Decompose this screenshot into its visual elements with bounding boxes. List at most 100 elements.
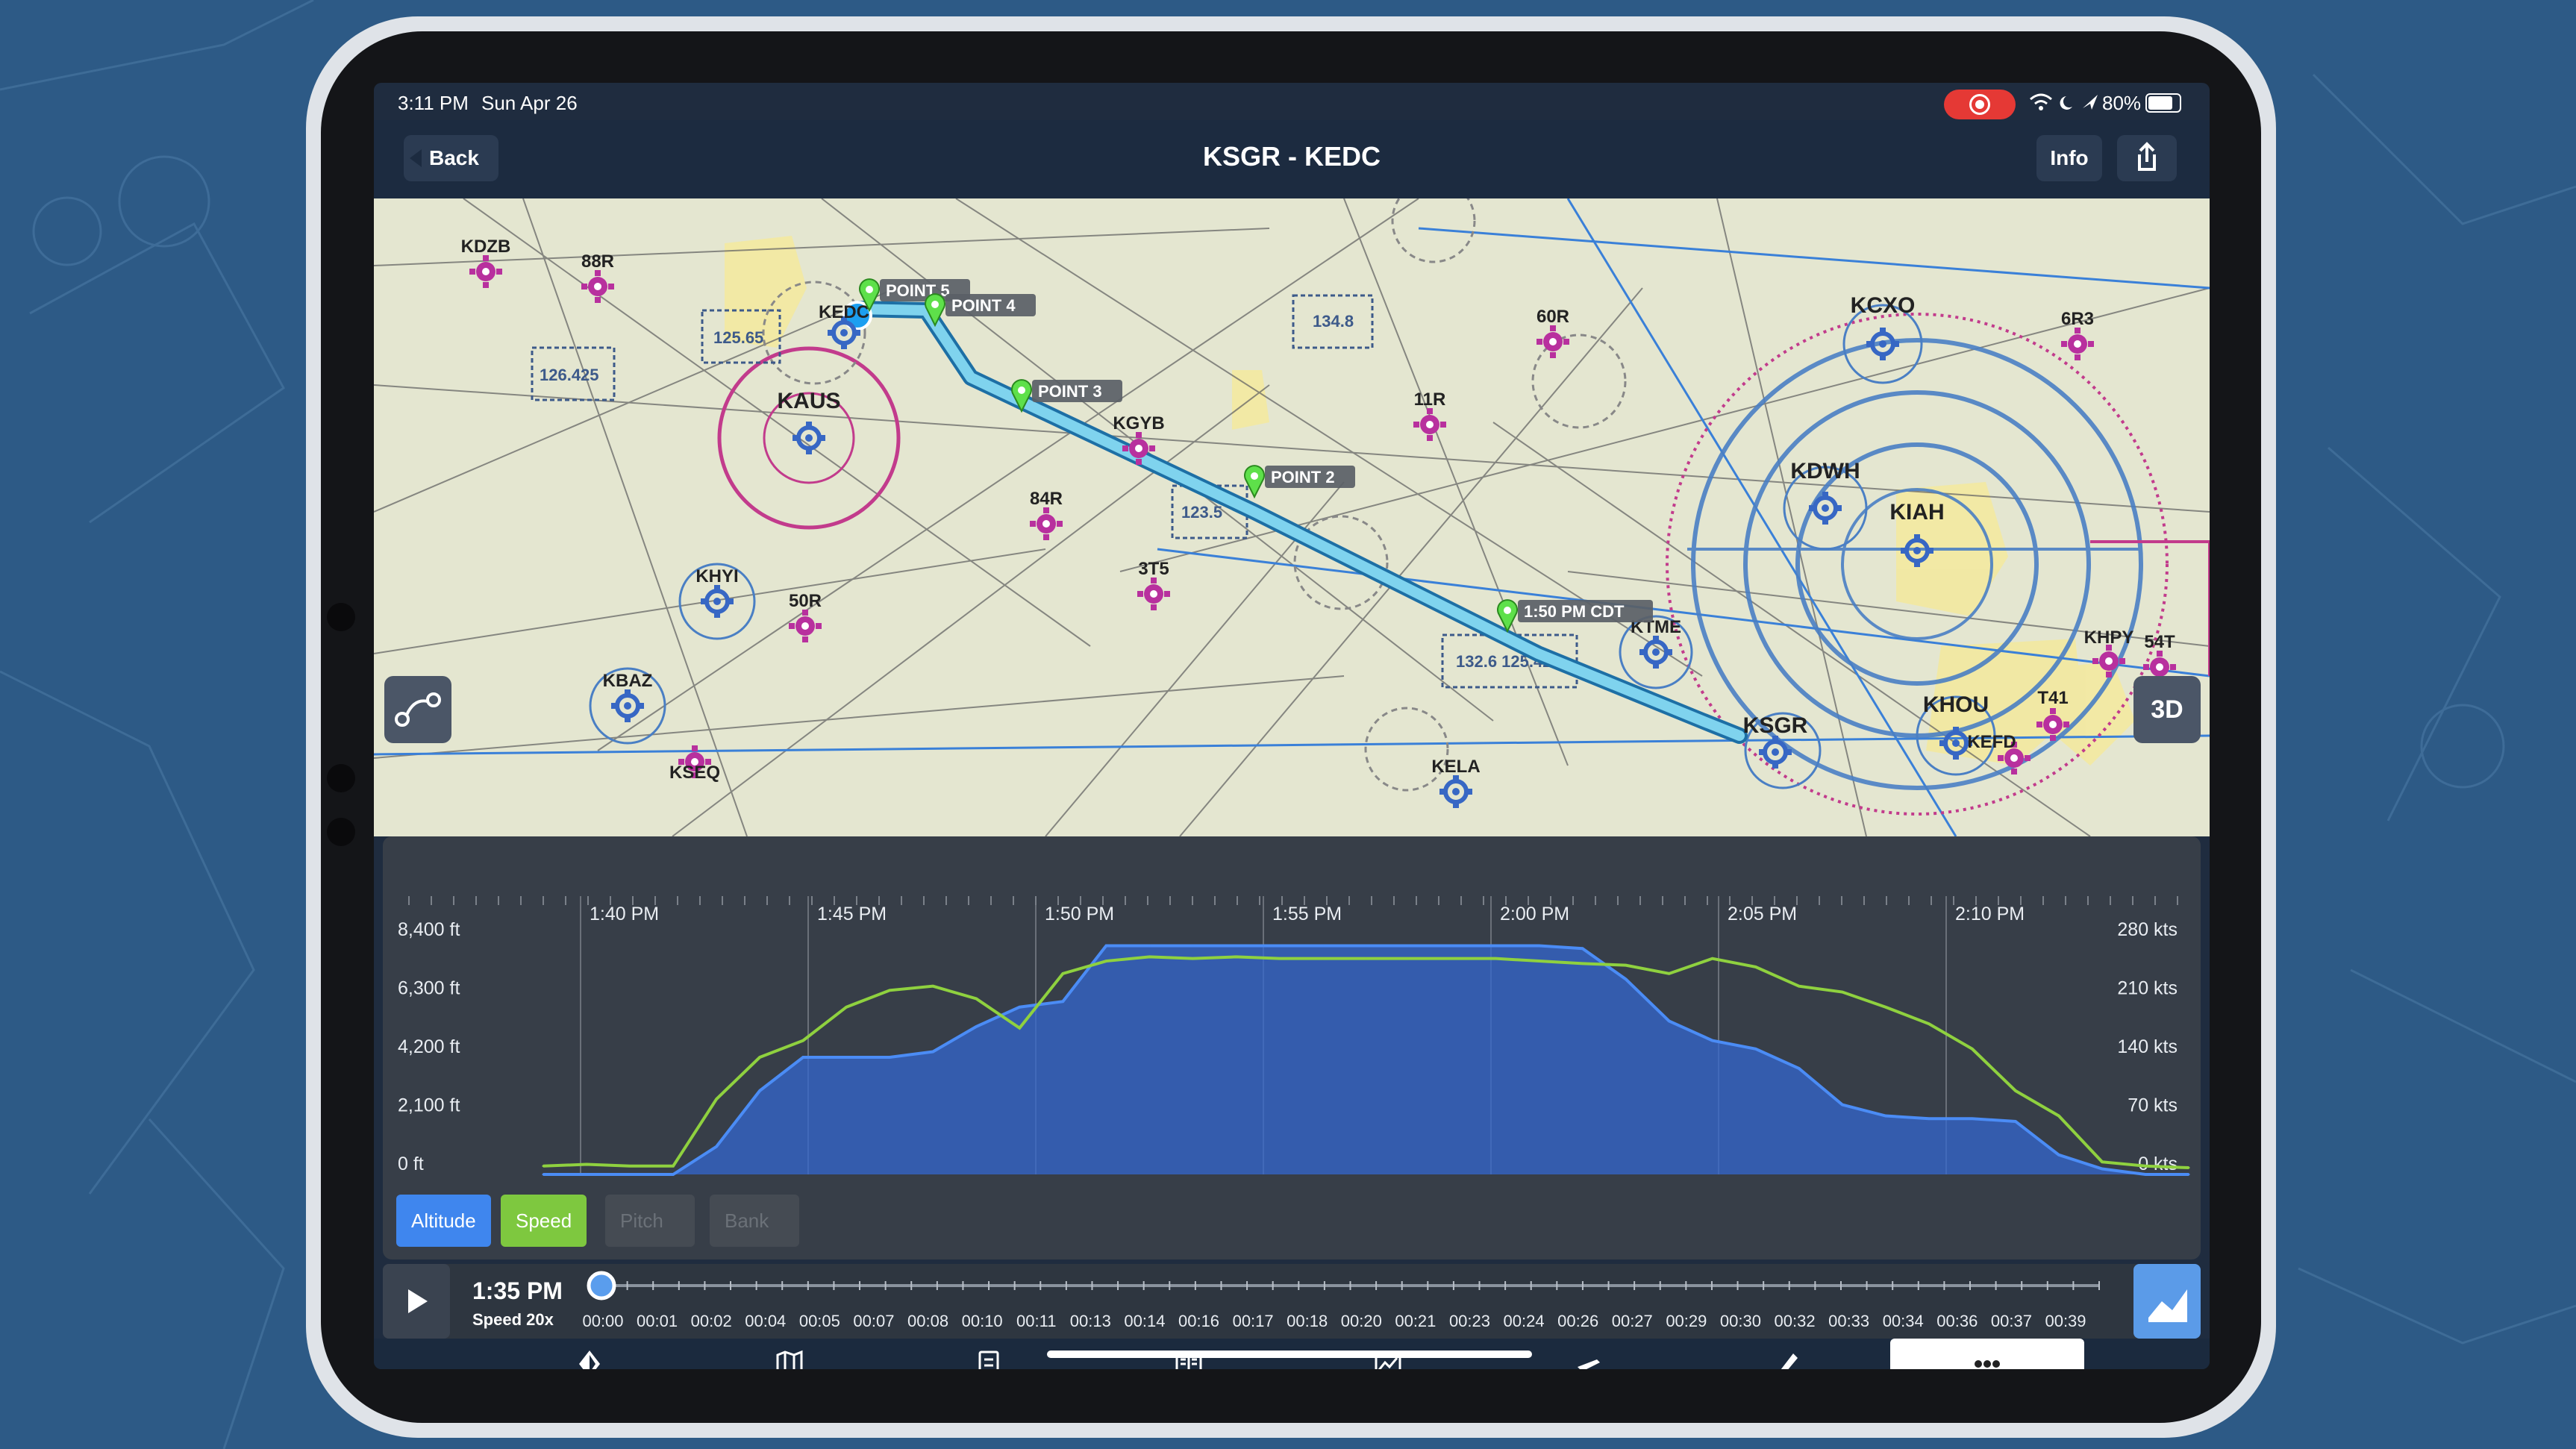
time-axis-label: 2:05 PM bbox=[1728, 904, 1797, 924]
playback-bar: 1:35 PM Speed 20x 00:00 00:01 00:02 00:04 00… bbox=[383, 1264, 2201, 1339]
pitch-toggle[interactable]: Pitch bbox=[605, 1195, 695, 1247]
screen-recording-icon bbox=[1944, 90, 2016, 119]
airport-label: KELA bbox=[1431, 757, 1480, 777]
3d-view-button[interactable]: 3D bbox=[2133, 676, 2201, 743]
map-canvas[interactable]: 125.65 126.425 134.8 123.5 132.6 125.425… bbox=[374, 178, 2210, 837]
airport-label: KHOU bbox=[1923, 692, 1989, 717]
airport-label: T41 bbox=[2037, 688, 2068, 708]
playback-tick-label: 00:26 bbox=[1557, 1312, 1599, 1330]
playback-tick-label: 00:00 bbox=[582, 1312, 624, 1330]
waypoint-label: 1:50 PM CDT bbox=[1524, 602, 1625, 621]
altitude-point bbox=[1451, 944, 1454, 947]
playback-speed[interactable]: Speed 20x bbox=[472, 1310, 554, 1330]
playback-tick-label: 00:21 bbox=[1395, 1312, 1437, 1330]
chart-icon bbox=[2148, 1289, 2187, 1322]
airport-label: 84R bbox=[1030, 489, 1063, 509]
app-screen: 3:11 PM Sun Apr 26 80% Back KSGR - KEDC … bbox=[374, 83, 2210, 1369]
playback-slider[interactable] bbox=[383, 1264, 2201, 1309]
altitude-point bbox=[1711, 1039, 1714, 1042]
altitude-point bbox=[1841, 1104, 1844, 1107]
airports-icon bbox=[579, 1351, 600, 1369]
tab-maps[interactable]: Maps bbox=[693, 1339, 887, 1369]
altitude-point bbox=[1234, 944, 1237, 947]
speed-point bbox=[1581, 962, 1584, 965]
playback-tick-label: 00:13 bbox=[1069, 1312, 1111, 1330]
tab-scratchpads[interactable]: ScratchPads bbox=[1690, 1339, 1884, 1369]
altitude-axis-label: 4,200 ft bbox=[398, 1036, 460, 1057]
speed-point bbox=[715, 1098, 718, 1101]
altitude-axis-label: 2,100 ft bbox=[398, 1095, 460, 1116]
altitude-point bbox=[715, 1145, 718, 1148]
speed-point bbox=[1754, 966, 1757, 968]
playback-tick-label: 00:16 bbox=[1178, 1312, 1220, 1330]
more-icon bbox=[1974, 1360, 2000, 1368]
speed-point bbox=[672, 1165, 675, 1168]
altitude-axis-label: 0 ft bbox=[398, 1154, 424, 1174]
camera-dot bbox=[327, 603, 355, 631]
speed-point bbox=[1538, 960, 1541, 963]
altitude-point bbox=[672, 1173, 675, 1176]
speed-point bbox=[1668, 972, 1671, 975]
speed-point bbox=[2101, 1160, 2104, 1163]
tab-more[interactable]: More bbox=[1889, 1339, 2084, 1369]
speed-point bbox=[2014, 1089, 2017, 1092]
altitude-point bbox=[1148, 944, 1151, 947]
altitude-point bbox=[1538, 944, 1541, 947]
share-button[interactable] bbox=[2117, 135, 2177, 181]
svg-text:134.8: 134.8 bbox=[1313, 312, 1354, 331]
airport-label: KEFD bbox=[1967, 732, 2016, 752]
info-button[interactable]: Info bbox=[2036, 135, 2102, 181]
time-axis-label: 1:40 PM bbox=[590, 904, 659, 924]
route-edit-button[interactable] bbox=[384, 676, 451, 743]
speed-point bbox=[1191, 957, 1194, 960]
battery-percent: 80% bbox=[2102, 92, 2142, 114]
status-bar: 3:11 PM Sun Apr 26 80% bbox=[374, 83, 2210, 120]
speed-point bbox=[1711, 957, 1714, 960]
airport-label: 11R bbox=[1414, 389, 1446, 410]
altitude-point bbox=[1928, 1117, 1931, 1120]
waypoint-label: POINT 2 bbox=[1271, 468, 1335, 486]
speed-point bbox=[1278, 957, 1281, 960]
altitude-axis-label: 6,300 ft bbox=[398, 978, 460, 999]
playback-tick-label: 00:37 bbox=[1990, 1312, 2032, 1330]
playback-tick-label: 00:30 bbox=[1719, 1312, 1761, 1330]
share-icon bbox=[2138, 142, 2156, 171]
speed-toggle[interactable]: Speed bbox=[501, 1195, 587, 1247]
altitude-point bbox=[1625, 977, 1628, 980]
battery-icon bbox=[2145, 93, 2181, 113]
speed-point bbox=[1625, 964, 1628, 967]
waypoint-label: POINT 3 bbox=[1038, 382, 1102, 401]
altitude-point bbox=[845, 1056, 848, 1059]
flight-profile-panel: 1:40 PM 1:45 PM 1:50 PM 1:55 PM 2:00 PM 2:05 … bbox=[383, 836, 2201, 1259]
profile-graph-button[interactable] bbox=[2133, 1264, 2201, 1339]
playback-tick-label: 00:33 bbox=[1828, 1312, 1870, 1330]
sectional-map[interactable]: 125.65 126.425 134.8 123.5 132.6 125.425… bbox=[374, 178, 2210, 837]
maps-icon bbox=[776, 1350, 802, 1369]
status-time: 3:11 PM bbox=[398, 92, 469, 114]
altitude-axis-label: 8,400 ft bbox=[398, 919, 460, 940]
altitude-toggle[interactable]: Altitude bbox=[396, 1195, 491, 1247]
tab-airports[interactable]: Airports bbox=[493, 1339, 687, 1369]
altitude-point bbox=[542, 1173, 545, 1176]
airport-label: 50R bbox=[789, 591, 822, 611]
altitude-point bbox=[1365, 944, 1367, 947]
speed-point bbox=[2057, 1115, 2060, 1117]
bank-toggle[interactable]: Bank bbox=[710, 1195, 799, 1247]
time-axis-label: 1:55 PM bbox=[1272, 904, 1342, 924]
svg-text:126.425: 126.425 bbox=[540, 366, 599, 384]
airport-label: KGYB bbox=[1113, 413, 1164, 434]
speed-point bbox=[628, 1165, 631, 1168]
slider-thumb[interactable] bbox=[587, 1271, 616, 1301]
page-title: KSGR - KEDC bbox=[1202, 141, 1381, 172]
speed-point bbox=[1495, 957, 1498, 960]
airport-label: KEDC bbox=[819, 302, 869, 322]
airport-label: KHPY bbox=[2084, 628, 2134, 648]
speed-axis-label: 210 kts bbox=[2117, 978, 2178, 999]
playback-tick-label: 00:02 bbox=[690, 1312, 732, 1330]
altitude-point bbox=[1278, 944, 1281, 947]
time-axis-label: 1:50 PM bbox=[1045, 904, 1114, 924]
speed-point bbox=[1928, 1022, 1931, 1025]
airport-label: KAUS bbox=[777, 389, 840, 413]
plates-icon bbox=[978, 1351, 999, 1369]
playback-tick-label: 00:24 bbox=[1503, 1312, 1545, 1330]
